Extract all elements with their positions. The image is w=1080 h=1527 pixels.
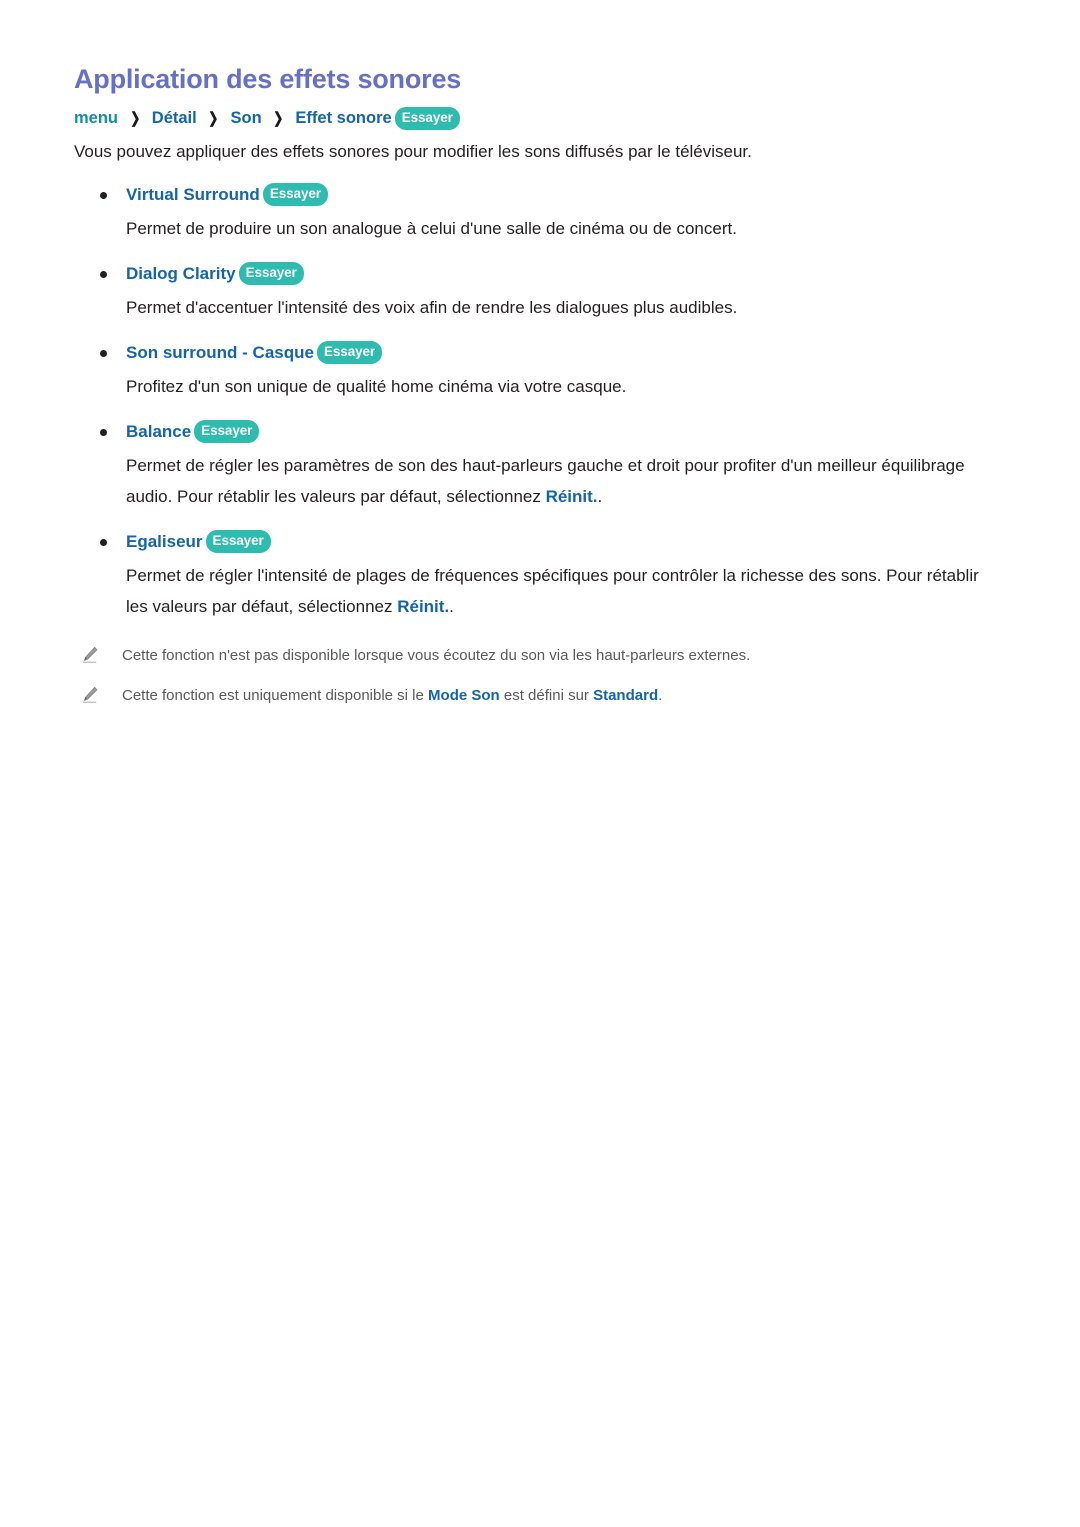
feature-description: Permet de produire un son analogue à cel… bbox=[126, 219, 737, 238]
notes-section: Cette fonction n'est pas disponible lors… bbox=[74, 644, 985, 708]
bullet-icon bbox=[100, 192, 107, 199]
feature-label: Egaliseur bbox=[126, 532, 203, 551]
list-item: Virtual Surround Essayer Permet de produi… bbox=[74, 179, 985, 244]
note-row: Cette fonction est uniquement disponible… bbox=[74, 684, 985, 708]
feature-label: Son surround - Casque bbox=[126, 343, 314, 362]
feature-heading-virtual-surround: Virtual Surround Essayer bbox=[74, 179, 985, 211]
feature-heading-dialog-clarity: Dialog Clarity Essayer bbox=[74, 258, 985, 290]
intro-paragraph: Vous pouvez appliquer des effets sonores… bbox=[74, 142, 752, 161]
bullet-icon bbox=[100, 271, 107, 278]
standard-ref: Standard bbox=[593, 687, 659, 704]
breadcrumb-item-effet-sonore[interactable]: Effet sonore bbox=[295, 109, 391, 127]
chevron-right-icon: ❯ bbox=[208, 110, 219, 127]
list-item: Egaliseur Essayer Permet de régler l'inte… bbox=[74, 526, 985, 622]
feature-heading-egaliseur: Egaliseur Essayer bbox=[74, 526, 985, 558]
feature-description: Permet de régler l'intensité de plages d… bbox=[74, 560, 985, 622]
reinit-link[interactable]: Réinit. bbox=[397, 597, 449, 616]
chevron-right-icon: ❯ bbox=[273, 110, 284, 127]
list-item: Dialog Clarity Essayer Permet d'accentuer… bbox=[74, 258, 985, 323]
breadcrumb-root[interactable]: menu bbox=[74, 109, 118, 127]
pencil-icon bbox=[80, 685, 100, 705]
try-badge[interactable]: Essayer bbox=[316, 341, 383, 364]
feature-label: Balance bbox=[126, 422, 192, 441]
note-row: Cette fonction n'est pas disponible lors… bbox=[74, 644, 985, 668]
try-badge[interactable]: Essayer bbox=[394, 107, 460, 130]
list-item: Son surround - Casque Essayer Profitez d'… bbox=[74, 337, 985, 402]
note-text-end: . bbox=[658, 687, 663, 704]
feature-label: Dialog Clarity bbox=[126, 264, 236, 283]
try-badge[interactable]: Essayer bbox=[238, 262, 304, 285]
list-item: Balance Essayer Permet de régler les para… bbox=[74, 416, 985, 512]
feature-label: Virtual Surround bbox=[126, 185, 260, 204]
feature-heading-son-surround-casque: Son surround - Casque Essayer bbox=[74, 337, 985, 369]
feature-description: Permet de régler les paramètres de son d… bbox=[74, 450, 985, 512]
feature-description-text-end: . bbox=[597, 487, 603, 506]
reinit-link[interactable]: Réinit. bbox=[546, 487, 598, 506]
breadcrumb: menu ❯ Détail ❯ Son ❯ Effet sonore Essaye… bbox=[74, 106, 985, 131]
feature-description: Permet d'accentuer l'intensité des voix … bbox=[126, 298, 738, 317]
page-title: Application des effets sonores bbox=[74, 64, 462, 94]
feature-list: Virtual Surround Essayer Permet de produi… bbox=[74, 179, 985, 622]
breadcrumb-item-detail[interactable]: Détail bbox=[152, 109, 197, 127]
breadcrumb-item-son[interactable]: Son bbox=[230, 109, 261, 127]
note-text: Cette fonction n'est pas disponible lors… bbox=[122, 647, 751, 664]
feature-description: Profitez d'un son unique de qualité home… bbox=[126, 377, 627, 396]
bullet-icon bbox=[100, 429, 107, 436]
chevron-right-icon: ❯ bbox=[129, 110, 140, 127]
note-text-mid: est défini sur bbox=[499, 687, 594, 704]
note-text: Cette fonction est uniquement disponible… bbox=[122, 687, 429, 704]
document-page: Application des effets sonores menu ❯ Dé… bbox=[0, 0, 1080, 1527]
try-badge[interactable]: Essayer bbox=[205, 530, 271, 553]
try-badge[interactable]: Essayer bbox=[194, 420, 260, 443]
feature-description-text-end: . bbox=[449, 597, 454, 616]
bullet-icon bbox=[100, 539, 107, 546]
mode-son-ref: Mode Son bbox=[428, 687, 500, 704]
bullet-icon bbox=[100, 350, 107, 357]
feature-heading-balance: Balance Essayer bbox=[74, 416, 985, 448]
pencil-icon bbox=[80, 645, 100, 665]
try-badge[interactable]: Essayer bbox=[262, 183, 328, 206]
feature-description-text: Permet de régler l'intensité de plages d… bbox=[126, 566, 979, 616]
